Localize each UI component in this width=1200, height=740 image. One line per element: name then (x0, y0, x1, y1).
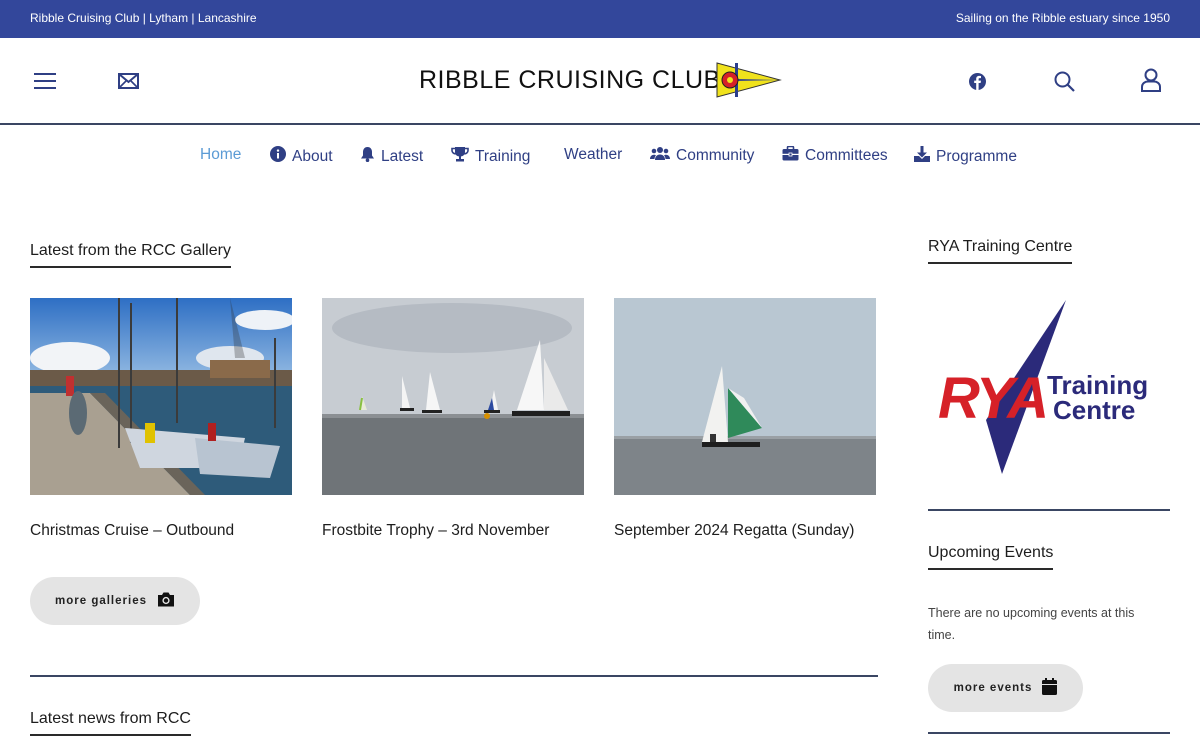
nav-item-label: Home (200, 146, 242, 163)
frostbite-trophy-photo[interactable] (322, 298, 584, 495)
users-icon (650, 146, 670, 166)
bell-icon (360, 146, 375, 167)
briefcase-icon (782, 145, 799, 166)
more-galleries-label: more galleries (55, 595, 147, 607)
club-burgee-logo[interactable] (716, 62, 782, 103)
info-icon (270, 146, 286, 167)
events-section-title: Upcoming Events (928, 544, 1054, 570)
section-divider (30, 675, 878, 677)
facebook-icon[interactable] (967, 71, 987, 91)
menu-icon[interactable] (32, 70, 58, 92)
nav-item-training[interactable]: Training (451, 146, 530, 167)
september-regatta-photo[interactable] (614, 298, 876, 495)
nav-item-weather[interactable]: Weather (564, 146, 622, 164)
site-header: RIBBLE CRUISING CLUB (0, 38, 1200, 125)
nav-item-label: Training (475, 147, 531, 165)
top-bar: Ribble Cruising Club | Lytham | Lancashi… (0, 0, 1200, 38)
gallery-card[interactable]: Frostbite Trophy – 3rd November (322, 298, 584, 539)
more-events-button[interactable]: more events (928, 664, 1083, 712)
gallery-caption[interactable]: Christmas Cruise – Outbound (30, 522, 234, 540)
nav-item-latest[interactable]: Latest (360, 146, 423, 167)
sidebar-divider (928, 732, 1170, 734)
sidebar-divider (928, 509, 1170, 511)
nav-item-label: Weather (564, 146, 623, 163)
download-icon (914, 146, 930, 167)
user-icon[interactable] (1139, 67, 1163, 93)
camera-icon (157, 592, 175, 610)
search-icon[interactable] (1052, 69, 1076, 93)
site-logo-text[interactable]: RIBBLE CRUISING CLUB (419, 66, 721, 95)
gallery-caption[interactable]: September 2024 Regatta (Sunday) (614, 522, 854, 540)
nav-item-community[interactable]: Community (650, 146, 754, 166)
nav-item-programme[interactable]: Programme (914, 146, 1017, 167)
gallery-caption[interactable]: Frostbite Trophy – 3rd November (322, 522, 549, 540)
calendar-icon (1042, 678, 1058, 698)
nav-item-label: About (292, 147, 333, 165)
news-section-title: Latest news from RCC (30, 710, 191, 736)
nav-item-about[interactable]: About (270, 146, 333, 167)
more-events-label: more events (953, 682, 1033, 694)
nav-item-committees[interactable]: Committees (782, 145, 888, 166)
nav-item-label: Latest (381, 147, 424, 165)
top-bar-location: Ribble Cruising Club | Lytham | Lancashi… (30, 11, 257, 25)
rya-training-centre-logo[interactable]: RYA Training Centre (934, 298, 1164, 476)
nav-item-label: Programme (936, 147, 1017, 165)
mail-icon[interactable] (116, 71, 140, 91)
gallery-section-title: Latest from the RCC Gallery (30, 242, 231, 268)
trophy-icon (451, 146, 469, 167)
nav-item-home[interactable]: Home (200, 146, 241, 164)
nav-item-label: Committees (805, 147, 888, 164)
main-navigation: Home About Latest Training Weather Commu… (0, 140, 1200, 172)
gallery-card[interactable]: Christmas Cruise – Outbound (30, 298, 292, 539)
rya-logo-letters: RYA (938, 366, 1046, 431)
gallery-card[interactable]: September 2024 Regatta (Sunday) (614, 298, 876, 539)
rya-logo-word-centre: Centre (1053, 395, 1135, 425)
more-galleries-button[interactable]: more galleries (30, 577, 200, 625)
top-bar-tagline: Sailing on the Ribble estuary since 1950 (955, 11, 1170, 25)
nav-item-label: Community (676, 147, 755, 164)
no-events-message: There are no upcoming events at this tim… (928, 606, 1135, 642)
christmas-cruise-photo[interactable] (30, 298, 292, 495)
rya-section-title: RYA Training Centre (928, 238, 1073, 264)
